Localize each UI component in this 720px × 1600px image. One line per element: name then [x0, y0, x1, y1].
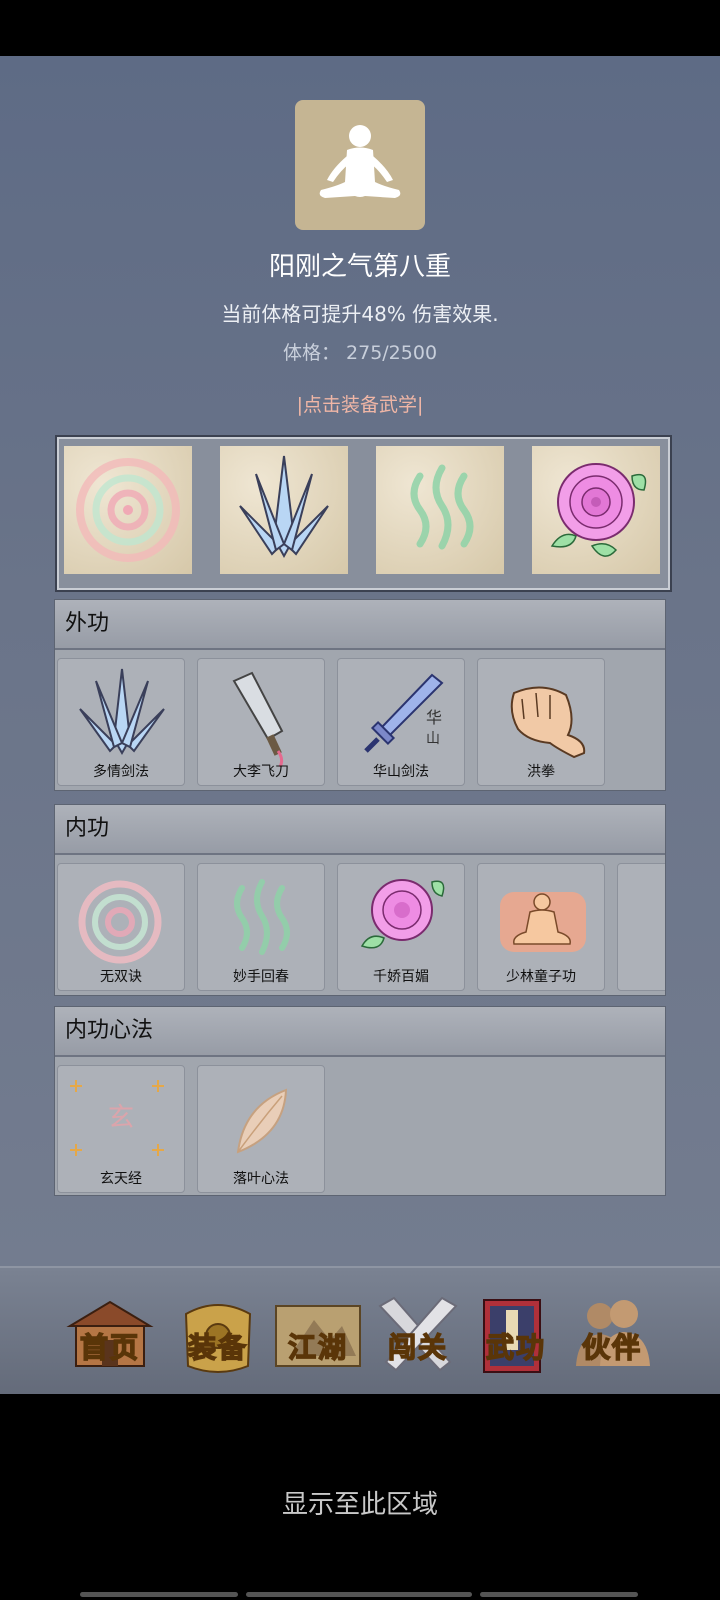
skill-card[interactable]: 华 山 华山剑法: [337, 658, 465, 786]
svg-text:玄: 玄: [108, 1103, 134, 1133]
svg-text:华: 华: [426, 708, 442, 727]
rose-icon: [550, 463, 647, 557]
equipped-slots: [55, 435, 672, 592]
equipped-slot-3[interactable]: [376, 446, 504, 574]
nav-handle: [480, 1592, 638, 1597]
skill-name: 妙手回春: [233, 969, 289, 985]
skill-name: 多情剑法: [93, 764, 149, 780]
skill-title: 阳刚之气第八重: [268, 252, 451, 282]
skill-card[interactable]: 玄 玄天经: [57, 1065, 185, 1193]
skill-card[interactable]: 妙手回春: [197, 863, 325, 991]
skill-name: 千娇百媚: [373, 969, 429, 985]
bottom-nav: 首页 装备 江湖 闯关 武功 伙伴: [0, 1266, 720, 1394]
wave-icon: [410, 464, 474, 550]
spiral-icon: [76, 458, 180, 562]
blades-icon: [239, 455, 329, 559]
skill-card[interactable]: 无双诀: [57, 863, 185, 991]
section-title: 外功: [55, 600, 665, 650]
nav-label: 闯关: [387, 1330, 448, 1365]
nav-label: 首页: [79, 1330, 140, 1365]
skill-card[interactable]: 落叶心法: [197, 1065, 325, 1193]
skill-card-partial[interactable]: [617, 863, 665, 991]
stat-label: 体格：: [282, 342, 340, 364]
meditation-icon: [319, 125, 401, 198]
nav-jianghu[interactable]: 江湖: [270, 1286, 366, 1382]
nav-handle: [80, 1592, 238, 1597]
nav-handle: [246, 1592, 472, 1597]
skill-card[interactable]: 洪拳: [477, 658, 605, 786]
skill-name: 大李飞刀: [233, 764, 289, 780]
skill-name: 华山剑法: [373, 764, 429, 780]
equipped-slot-1[interactable]: [64, 446, 192, 574]
display-area-text: 显示至此区域: [281, 1490, 438, 1520]
section-title: 内功: [55, 805, 665, 855]
skill-name: 玄天经: [100, 1171, 142, 1187]
skill-description: 当前体格可提升48% 伤害效果.: [221, 302, 499, 326]
section-internal-methods: 内功心法 玄 玄天经 落叶心法: [54, 1006, 666, 1196]
status-bar: [0, 0, 720, 56]
martial-arts-screen: 阳刚之气第八重 当前体格可提升48% 伤害效果. 体格： 275/2500 |点…: [0, 56, 720, 1266]
section-title: 内功心法: [55, 1007, 665, 1057]
svg-text:山: 山: [426, 731, 440, 747]
skill-card[interactable]: 大李飞刀: [197, 658, 325, 786]
skill-card[interactable]: 多情剑法: [57, 658, 185, 786]
skill-name: 少林童子功: [506, 969, 576, 985]
nav-label: 江湖: [287, 1330, 348, 1365]
nav-home[interactable]: 首页: [62, 1286, 158, 1382]
equipped-slot-4[interactable]: [532, 446, 660, 574]
nav-challenge[interactable]: 闯关: [370, 1286, 466, 1382]
section-internal-skills: 内功 无双诀 妙手回春 千娇百媚 少林童子功: [54, 804, 666, 996]
stat-value: 275/2500: [346, 342, 438, 364]
skill-card[interactable]: 千娇百媚: [337, 863, 465, 991]
meditation-avatar: [295, 100, 425, 230]
nav-equipment[interactable]: 装备: [170, 1286, 266, 1382]
nav-label: 武功: [485, 1330, 546, 1365]
skill-name: 无双诀: [100, 969, 142, 985]
constitution-stat: 体格： 275/2500: [0, 338, 720, 365]
nav-partners[interactable]: 伙伴: [564, 1286, 660, 1382]
equip-martial-arts-link[interactable]: |点击装备武学|: [0, 390, 720, 417]
nav-label: 装备: [187, 1330, 248, 1365]
skill-name: 洪拳: [527, 764, 555, 780]
nav-label: 伙伴: [581, 1330, 642, 1365]
equipped-slot-2[interactable]: [220, 446, 348, 574]
skill-name: 落叶心法: [233, 1171, 289, 1187]
nav-martial-arts[interactable]: 武功: [468, 1286, 564, 1382]
section-external-skills: 外功 多情剑法 大李飞刀 华 山 华山剑法 洪拳: [54, 599, 666, 791]
skill-card[interactable]: 少林童子功: [477, 863, 605, 991]
